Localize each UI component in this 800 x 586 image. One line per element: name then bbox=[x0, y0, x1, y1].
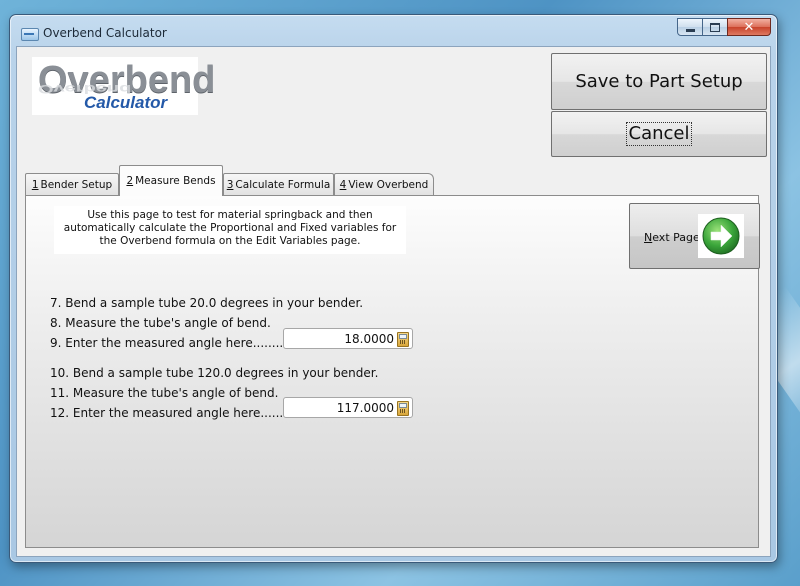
step-11-text: 11. Measure the tube's angle of bend. bbox=[50, 386, 279, 400]
tab-label: Calculate Formula bbox=[235, 178, 331, 191]
step-12-text: 12. Enter the measured angle here.......… bbox=[50, 406, 291, 420]
green-arrow-right-icon bbox=[698, 214, 744, 258]
measured-angle-120-input[interactable] bbox=[288, 399, 398, 416]
tab-bender-setup[interactable]: 1 Bender Setup bbox=[25, 173, 119, 195]
calculator-icon[interactable] bbox=[397, 332, 409, 347]
step-7-text: 7. Bend a sample tube 20.0 degrees in yo… bbox=[50, 296, 364, 310]
logo-word-calculator: Calculator bbox=[84, 93, 168, 112]
tab-number: 4 bbox=[339, 178, 347, 191]
measured-angle-120-field[interactable] bbox=[283, 397, 413, 418]
step-8-text: 8. Measure the tube's angle of bend. bbox=[50, 316, 271, 330]
minimize-button[interactable] bbox=[677, 18, 703, 36]
measured-angle-20-input[interactable] bbox=[288, 330, 398, 347]
tab-measure-bends[interactable]: 2 Measure Bends bbox=[119, 165, 223, 196]
calculator-icon[interactable] bbox=[397, 401, 409, 416]
tab-label: Measure Bends bbox=[135, 175, 216, 187]
tab-label: View Overbend bbox=[348, 178, 429, 191]
app-window-icon[interactable] bbox=[21, 28, 39, 41]
maximize-icon bbox=[710, 22, 720, 32]
title-bar[interactable]: Overbend Calculator ✕ bbox=[10, 15, 777, 47]
measure-bends-panel: Use this page to test for material sprin… bbox=[25, 195, 760, 548]
caption-buttons: ✕ bbox=[677, 18, 771, 37]
minimize-icon bbox=[685, 28, 695, 32]
cancel-button[interactable]: Cancel bbox=[551, 111, 767, 157]
app-window: Overbend Calculator ✕ Overbend Overbend … bbox=[9, 14, 778, 563]
overbend-calculator-logo: Overbend Overbend Calculator bbox=[32, 57, 215, 115]
save-to-part-setup-button[interactable]: Save to Part Setup bbox=[551, 53, 767, 110]
tab-number: 3 bbox=[226, 178, 234, 191]
close-icon: ✕ bbox=[743, 19, 755, 35]
tab-calculate-formula[interactable]: 3 Calculate Formula bbox=[223, 173, 334, 195]
instructions-text: Use this page to test for material sprin… bbox=[54, 206, 406, 254]
instructions-line: automatically calculate the Proportional… bbox=[63, 222, 397, 234]
close-button[interactable]: ✕ bbox=[727, 18, 771, 36]
cancel-label: Cancel bbox=[625, 122, 693, 146]
tab-number: 1 bbox=[31, 178, 39, 191]
maximize-button[interactable] bbox=[702, 18, 728, 36]
tab-number: 2 bbox=[126, 175, 134, 187]
step-9-text: 9. Enter the measured angle here........ bbox=[50, 336, 284, 350]
tab-view-overbend[interactable]: 4 View Overbend bbox=[334, 173, 434, 195]
window-title: Overbend Calculator bbox=[43, 26, 167, 40]
client-area: Overbend Overbend Calculator Save to Par… bbox=[16, 46, 771, 557]
instructions-line: Use this page to test for material sprin… bbox=[87, 209, 373, 221]
measured-angle-20-field[interactable] bbox=[283, 328, 413, 349]
step-10-text: 10. Bend a sample tube 120.0 degrees in … bbox=[50, 366, 379, 380]
next-page-label: Next Page bbox=[644, 231, 700, 244]
instructions-line: the Overbend formula on the Edit Variabl… bbox=[99, 235, 361, 247]
tab-label: Bender Setup bbox=[40, 178, 113, 191]
next-page-button[interactable]: Next Page bbox=[629, 203, 760, 269]
